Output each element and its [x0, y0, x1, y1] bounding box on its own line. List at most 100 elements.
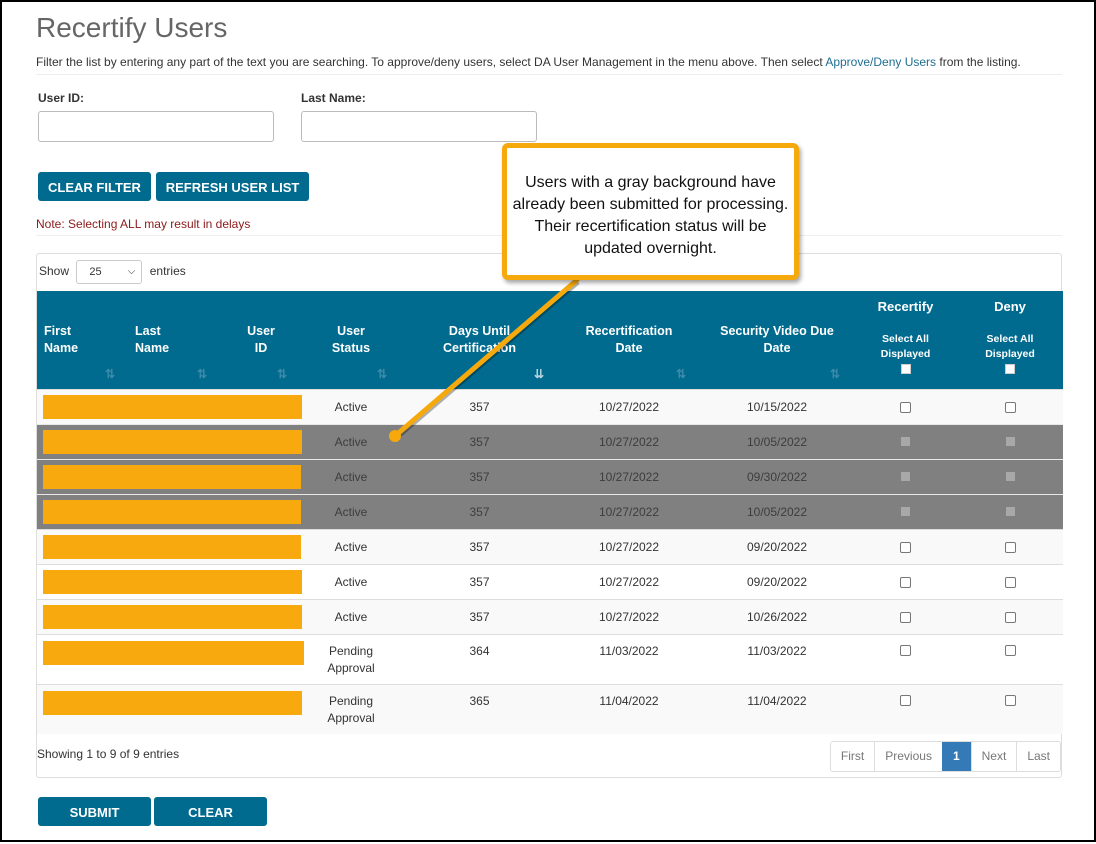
cell-recertification-date: 11/04/2022	[558, 683, 700, 734]
deny-checkbox[interactable]	[1004, 644, 1016, 656]
redacted-user-info	[37, 458, 301, 494]
cell-deny	[957, 388, 1063, 424]
cell-deny	[957, 423, 1063, 459]
pagination-page-1[interactable]: 1	[941, 742, 971, 771]
sort-icon[interactable]: ⇅	[197, 367, 207, 381]
pagination: First Previous 1 Next Last	[829, 741, 1061, 772]
refresh-user-list-button[interactable]: REFRESH USER LIST	[156, 172, 309, 201]
redacted-user-info	[37, 493, 301, 529]
clear-button[interactable]: CLEAR	[154, 797, 267, 826]
table-row-processed: Active 357 10/27/2022 10/05/2022	[37, 493, 1063, 529]
cell-security-video-due-date: 11/04/2022	[700, 683, 854, 734]
recertify-checkbox[interactable]	[900, 576, 911, 588]
redacted-user-info	[37, 423, 302, 459]
deny-checkbox	[1005, 436, 1015, 446]
pagination-first[interactable]: First	[830, 742, 875, 771]
select-all-line1: Select All	[986, 333, 1034, 345]
sort-icon[interactable]: ⇅	[377, 367, 387, 381]
cell-recertification-date: 10/27/2022	[558, 528, 700, 564]
cell-recertify	[854, 388, 957, 424]
table-row: Pending Approval 364 11/03/2022 11/03/2022	[37, 633, 1063, 684]
user-id-input[interactable]	[38, 111, 274, 142]
col-user-status[interactable]: User Status ⇅	[301, 291, 401, 389]
cell-user-status: Active	[301, 458, 401, 494]
approve-deny-users-link[interactable]: Approve/Deny Users	[825, 55, 936, 69]
cell-user-status: Active	[301, 598, 401, 634]
sort-icon[interactable]: ⇅	[277, 367, 287, 381]
col-last-name-line2: Name	[135, 340, 170, 355]
last-name-input[interactable]	[301, 111, 537, 142]
cell-user-status: Pending Approval	[301, 683, 401, 734]
submit-button[interactable]: SUBMIT	[38, 797, 151, 826]
sort-icon[interactable]: ⇅	[830, 367, 840, 381]
col-last-name[interactable]: Last Name ⇅	[129, 291, 221, 389]
cell-recertify	[854, 458, 957, 494]
cell-days-until-certification: 357	[401, 388, 558, 424]
redaction-block	[43, 394, 302, 419]
clear-filter-button[interactable]: CLEAR FILTER	[38, 172, 151, 201]
pagination-next[interactable]: Next	[970, 742, 1017, 771]
col-security-video-due-date[interactable]: Security Video Due Date ⇅	[700, 291, 854, 389]
cell-deny	[957, 633, 1063, 684]
cell-security-video-due-date: 10/05/2022	[700, 493, 854, 529]
col-days-line2: Certification	[443, 340, 516, 355]
recertify-checkbox[interactable]	[900, 611, 911, 623]
divider	[36, 74, 1062, 75]
col-recert-line1: Recertification	[585, 323, 673, 338]
pagination-previous[interactable]: Previous	[874, 742, 942, 771]
cell-recertification-date: 10/27/2022	[558, 458, 700, 494]
cell-recertify	[854, 563, 957, 599]
table-row: Active 357 10/27/2022 10/26/2022	[37, 598, 1063, 634]
deny-select-all-checkbox[interactable]	[1005, 364, 1015, 374]
deny-checkbox[interactable]	[1004, 576, 1016, 588]
callout-annotation: Users with a gray background have alread…	[502, 143, 799, 280]
redacted-user-info	[37, 683, 302, 734]
select-all-line2: Displayed	[985, 348, 1035, 360]
redaction-block	[43, 499, 301, 524]
col-recert-line2: Date	[615, 340, 643, 355]
deny-select-all-label: Select All Displayed	[957, 332, 1063, 362]
page-size-value: 25	[89, 266, 102, 278]
col-days-line1: Days Until	[448, 323, 511, 338]
table-info: Showing 1 to 9 of 9 entries	[37, 747, 180, 761]
cell-security-video-due-date: 10/15/2022	[700, 388, 854, 424]
recertify-checkbox[interactable]	[900, 401, 911, 413]
sort-descending-icon[interactable]: ⇊	[534, 367, 544, 381]
cell-security-video-due-date: 09/20/2022	[700, 563, 854, 599]
sort-icon[interactable]: ⇅	[105, 367, 115, 381]
col-recertification-date[interactable]: Recertification Date ⇅	[558, 291, 700, 389]
deny-checkbox[interactable]	[1004, 541, 1016, 553]
intro-text-part1: Filter the list by entering any part of …	[36, 55, 826, 69]
col-user-id[interactable]: User ID ⇅	[221, 291, 301, 389]
recertify-checkbox[interactable]	[900, 541, 911, 553]
deny-checkbox[interactable]	[1004, 401, 1016, 413]
cell-recertification-date: 10/27/2022	[558, 423, 700, 459]
col-video-line1: Security Video Due	[720, 323, 834, 338]
user-id-label: User ID:	[38, 91, 85, 105]
cell-security-video-due-date: 09/20/2022	[700, 528, 854, 564]
recertify-select-all-checkbox[interactable]	[900, 364, 911, 374]
deny-checkbox	[1005, 471, 1015, 481]
table-row: Active 357 10/27/2022 09/20/2022	[37, 563, 1063, 599]
col-first-name[interactable]: First Name ⇅	[37, 291, 129, 389]
users-table: First Name ⇅ Last Name ⇅ User ID ⇅ User …	[37, 291, 1063, 734]
col-user-status-line2: Status	[331, 340, 371, 355]
deny-checkbox[interactable]	[1004, 694, 1016, 706]
page-size-select[interactable]: 25 ⌵	[76, 260, 143, 284]
col-recertify: Recertify Select All Displayed	[854, 291, 957, 389]
deny-checkbox[interactable]	[1004, 611, 1016, 623]
cell-deny	[957, 458, 1063, 494]
col-days-until-certification[interactable]: Days Until Certification ⇊	[401, 291, 558, 389]
cell-recertify	[854, 528, 957, 564]
last-name-label: Last Name:	[301, 91, 366, 105]
recertify-checkbox[interactable]	[900, 694, 911, 706]
cell-deny	[957, 683, 1063, 734]
sort-icon[interactable]: ⇅	[676, 367, 686, 381]
cell-days-until-certification: 357	[401, 563, 558, 599]
cell-days-until-certification: 357	[401, 493, 558, 529]
pagination-last[interactable]: Last	[1016, 742, 1060, 771]
recertify-checkbox[interactable]	[900, 644, 911, 656]
table-row: Active 357 10/27/2022 10/15/2022	[37, 388, 1063, 424]
col-first-name-line2: Name	[44, 340, 79, 355]
table-header-row: First Name ⇅ Last Name ⇅ User ID ⇅ User …	[37, 291, 1063, 389]
